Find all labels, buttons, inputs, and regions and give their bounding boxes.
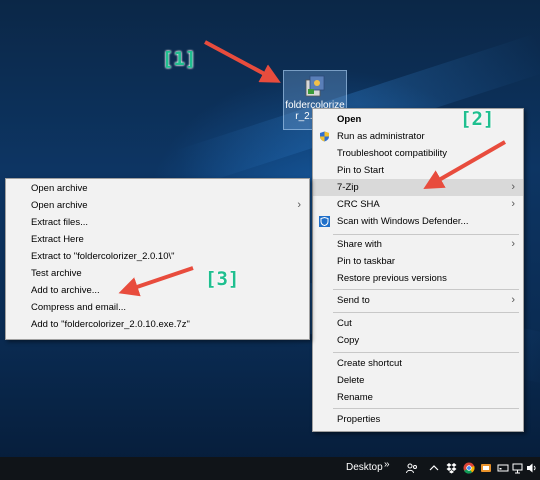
- submenu-item-add-to-7z[interactable]: Add to "foldercolorizer_2.0.10.exe.7z": [6, 316, 309, 333]
- menu-separator: [333, 289, 519, 290]
- submenu-item-open-archive[interactable]: Open archive: [6, 180, 309, 197]
- menu-separator: [333, 352, 519, 353]
- menu-item-crc-sha[interactable]: CRC SHA ›: [313, 196, 523, 213]
- menu-item-troubleshoot-compatibility[interactable]: Troubleshoot compatibility: [313, 145, 523, 162]
- people-icon[interactable]: [406, 462, 418, 474]
- menu-item-copy[interactable]: Copy: [313, 332, 523, 349]
- menu-item-delete[interactable]: Delete: [313, 372, 523, 389]
- menu-item-properties[interactable]: Properties: [313, 411, 523, 428]
- submenu-arrow-icon: ›: [511, 181, 515, 193]
- menu-item-restore-previous-versions[interactable]: Restore previous versions: [313, 270, 523, 287]
- submenu-arrow-icon: ›: [511, 238, 515, 250]
- volume-icon[interactable]: [526, 462, 538, 474]
- menu-separator: [333, 312, 519, 313]
- submenu-item-extract-files[interactable]: Extract files...: [6, 214, 309, 231]
- menu-item-create-shortcut[interactable]: Create shortcut: [313, 355, 523, 372]
- network-icon[interactable]: [512, 462, 524, 474]
- callout-label-2: [2]: [460, 108, 495, 130]
- menu-item-rename[interactable]: Rename: [313, 389, 523, 406]
- menu-item-pin-to-start[interactable]: Pin to Start: [313, 162, 523, 179]
- menu-item-share-with[interactable]: Share with ›: [313, 236, 523, 253]
- submenu-item-add-to-archive[interactable]: Add to archive...: [6, 282, 309, 299]
- submenu-item-extract-here[interactable]: Extract Here: [6, 231, 309, 248]
- submenu-arrow-icon: ›: [511, 294, 515, 306]
- app-tray-icon[interactable]: [480, 462, 492, 474]
- uac-shield-icon: [320, 131, 329, 142]
- menu-separator: [333, 234, 519, 235]
- windows-defender-icon: [319, 216, 330, 227]
- desktop-toolbar-label[interactable]: Desktop: [346, 462, 383, 473]
- submenu-item-open-archive-more[interactable]: Open archive ›: [6, 197, 309, 214]
- menu-item-scan-with-defender[interactable]: Scan with Windows Defender...: [313, 213, 523, 230]
- submenu-item-extract-to-folder[interactable]: Extract to "foldercolorizer_2.0.10\": [6, 248, 309, 265]
- toolbar-chevron-icon[interactable]: »: [384, 459, 390, 471]
- show-hidden-icons-chevron[interactable]: [429, 462, 439, 474]
- dropbox-icon[interactable]: [446, 462, 457, 474]
- submenu-item-compress-and-email[interactable]: Compress and email...: [6, 299, 309, 316]
- file-context-menu: Open Run as administrator Troubleshoot c…: [312, 108, 524, 432]
- submenu-arrow-icon: ›: [297, 199, 301, 211]
- callout-label-3: [3]: [205, 268, 240, 290]
- taskbar: Desktop »: [0, 457, 540, 480]
- chrome-icon[interactable]: [463, 462, 475, 474]
- submenu-item-test-archive[interactable]: Test archive: [6, 265, 309, 282]
- drive-icon[interactable]: [497, 462, 509, 474]
- installer-icon: [305, 75, 325, 97]
- submenu-arrow-icon: ›: [511, 198, 515, 210]
- callout-label-1: [1]: [162, 48, 197, 70]
- menu-item-send-to[interactable]: Send to ›: [313, 292, 523, 309]
- menu-separator: [333, 408, 519, 409]
- menu-item-run-as-administrator[interactable]: Run as administrator: [313, 128, 523, 145]
- menu-item-cut[interactable]: Cut: [313, 315, 523, 332]
- menu-item-7zip[interactable]: 7-Zip ›: [313, 179, 523, 196]
- menu-item-pin-to-taskbar[interactable]: Pin to taskbar: [313, 253, 523, 270]
- 7zip-submenu: Open archive Open archive › Extract files…: [5, 178, 310, 340]
